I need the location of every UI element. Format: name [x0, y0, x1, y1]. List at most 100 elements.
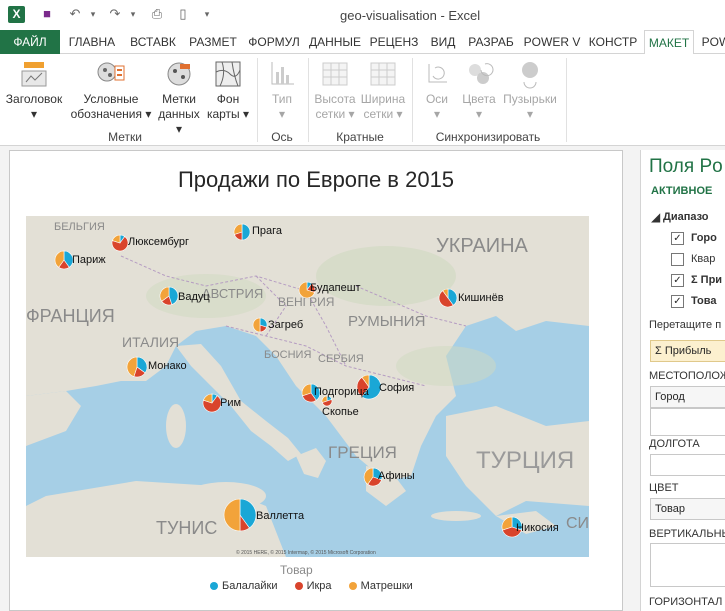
tab-home[interactable]: ГЛАВНА: [62, 30, 122, 54]
map-label-turkey: ТУРЦИЯ: [476, 447, 574, 474]
customize-toolbar-icon[interactable]: ▾: [198, 6, 216, 22]
longitude-zone-label: ДОЛГОТА: [649, 438, 700, 450]
city-label-prague: Прага: [252, 225, 283, 237]
map-label-bosnia: БОСНИЯ: [264, 349, 311, 361]
field-quarter-checkbox[interactable]: [671, 253, 684, 266]
city-label-sofia: София: [379, 382, 415, 394]
title-bar: X ■ ↶ ▾ ↷ ▾ ⎙ ▯ ▾ geo-visualisation - Ex…: [0, 0, 725, 30]
table-range-name[interactable]: Диапазо: [663, 211, 709, 223]
city-label-monaco: Монако: [148, 360, 187, 372]
field-profit-checkbox[interactable]: ✓: [671, 274, 684, 287]
drag-fields-hint: Перетащите п: [649, 319, 722, 331]
panel-title: Поля Po: [649, 156, 723, 177]
undo-dropdown-icon[interactable]: ▾: [84, 6, 102, 22]
city-label-valletta: Валлетта: [256, 510, 305, 522]
legend-item-matryoshkas: Матрешки: [348, 580, 413, 592]
group-sync: Синхронизировать: [435, 130, 541, 144]
city-label-luxembourg: Люксембург: [128, 236, 190, 248]
ribbon-separator: [566, 58, 567, 142]
location-drop-zone[interactable]: [650, 408, 725, 436]
color-field-product[interactable]: Товар: [650, 498, 725, 520]
tab-layout[interactable]: МАКЕТ: [644, 30, 694, 55]
grid-height-button[interactable]: Высота сетки ▾: [312, 58, 358, 122]
map-background-icon: [215, 61, 241, 87]
city-label-budapest: Будапешт: [310, 282, 361, 294]
map-label-tunisia: ТУНИС: [156, 518, 217, 538]
excel-app-icon: X: [8, 6, 25, 23]
tab-power-more[interactable]: POW: [696, 30, 725, 54]
chart-legend[interactable]: Балалайки Икра Матрешки: [210, 580, 427, 592]
undo-icon[interactable]: ↶: [66, 6, 84, 22]
field-quarter-label: Квар: [691, 253, 716, 265]
legend-marker: [210, 582, 218, 591]
map-attribution: © 2015 HERE, © 2015 Intermap, © 2015 Mic…: [236, 549, 376, 556]
group-labels: Метки: [108, 130, 142, 144]
redo-icon[interactable]: ↷: [106, 6, 124, 22]
axis-type-button[interactable]: Тип ▾: [262, 58, 302, 122]
map-background: УКРАИНА ФРАНЦИЯ АВСТРИЯ ВЕНГРИЯ РУМЫНИЯ …: [26, 216, 589, 557]
tab-data[interactable]: ДАННЫЕ: [306, 30, 364, 54]
expand-icon[interactable]: ◢: [651, 210, 660, 224]
ribbon-separator: [308, 58, 309, 142]
map-label-romania: РУМЫНИЯ: [348, 313, 425, 330]
city-label-zagreb: Загреб: [268, 319, 304, 331]
legend-button[interactable]: Условные обозначения ▾: [68, 58, 154, 122]
field-product-checkbox[interactable]: ✓: [671, 295, 684, 308]
save-icon[interactable]: ■: [38, 6, 56, 22]
panel-tab-active[interactable]: АКТИВНОЕ: [651, 185, 712, 197]
legend-item-caviar: Икра: [294, 580, 332, 592]
window-title: geo-visualisation - Excel: [340, 8, 481, 23]
data-labels-icon: [167, 62, 191, 86]
tab-file[interactable]: ФАЙЛ: [0, 30, 60, 54]
size-field-profit[interactable]: Σ Прибыль: [650, 340, 725, 362]
print-preview-icon[interactable]: ⎙: [148, 6, 166, 22]
field-city-label: Горо: [691, 232, 717, 244]
redo-dropdown-icon[interactable]: ▾: [124, 6, 142, 22]
ribbon-separator: [257, 58, 258, 142]
horizontal-multiples-label: ГОРИЗОНТАЛ: [649, 596, 723, 608]
group-axis: Ось: [271, 130, 293, 144]
field-city-checkbox[interactable]: ✓: [671, 232, 684, 245]
field-profit-label: Σ При: [691, 274, 723, 286]
ribbon-separator: [412, 58, 413, 142]
tab-view[interactable]: ВИД: [424, 30, 462, 54]
longitude-drop-zone[interactable]: [650, 454, 725, 476]
ribbon-tab-bar: ФАЙЛ ГЛАВНА ВСТАВК РАЗМЕТ ФОРМУЛ ДАННЫЕ …: [0, 30, 725, 55]
sync-bubbles-button[interactable]: Пузырьки ▾: [500, 58, 560, 122]
location-field-city[interactable]: Город: [650, 386, 725, 408]
map-background-button[interactable]: Фон карты ▾: [204, 58, 252, 122]
tab-insert[interactable]: ВСТАВК: [124, 30, 182, 54]
tab-developer[interactable]: РАЗРАБ: [462, 30, 520, 54]
legend-title: Товар: [280, 563, 313, 577]
sync-axes-icon: [428, 64, 447, 83]
city-label-rome: Рим: [220, 397, 242, 409]
grid-height-icon: [322, 62, 348, 86]
map-label-austria: АВСТРИЯ: [202, 286, 263, 301]
map-label-greece: ГРЕЦИЯ: [328, 443, 397, 462]
new-document-icon[interactable]: ▯: [174, 6, 192, 22]
tab-review[interactable]: РЕЦЕНЗ: [366, 30, 422, 54]
sync-colors-icon: [469, 63, 494, 84]
sync-axes-button[interactable]: Оси ▾: [418, 58, 456, 122]
city-label-athens: Афины: [378, 470, 415, 482]
tab-page-layout[interactable]: РАЗМЕТ: [184, 30, 242, 54]
grid-width-button[interactable]: Ширина сетки ▾: [358, 58, 408, 122]
tab-formulas[interactable]: ФОРМУЛ: [244, 30, 304, 54]
map-label-syria: СИРИ: [566, 515, 589, 532]
legend-icon: [97, 62, 125, 82]
tab-power-view[interactable]: POWER V: [522, 30, 582, 54]
ribbon-layout: Заголовок ▾ Условные обозначения ▾ Метки…: [0, 54, 725, 146]
sync-colors-button[interactable]: Цвета ▾: [458, 58, 500, 122]
data-labels-button[interactable]: Метки данных ▾: [154, 58, 204, 137]
vertical-multiples-label: ВЕРТИКАЛЬНЫ: [649, 528, 725, 540]
chart-title-button[interactable]: Заголовок ▾: [2, 58, 66, 122]
tab-design[interactable]: КОНСТР: [584, 30, 642, 54]
sync-bubbles-icon: [522, 62, 538, 89]
legend-marker: [348, 582, 357, 591]
vertical-multiples-drop-zone[interactable]: [650, 543, 725, 587]
city-label-nicosia: Никосия: [516, 522, 559, 534]
map-canvas[interactable]: УКРАИНА ФРАНЦИЯ АВСТРИЯ ВЕНГРИЯ РУМЫНИЯ …: [26, 216, 589, 557]
location-zone-label: МЕСТОПОЛОЖ: [649, 370, 725, 382]
city-label-podgorica: Подгорица: [314, 386, 369, 398]
chart-title[interactable]: Продажи по Европе в 2015: [9, 167, 623, 193]
